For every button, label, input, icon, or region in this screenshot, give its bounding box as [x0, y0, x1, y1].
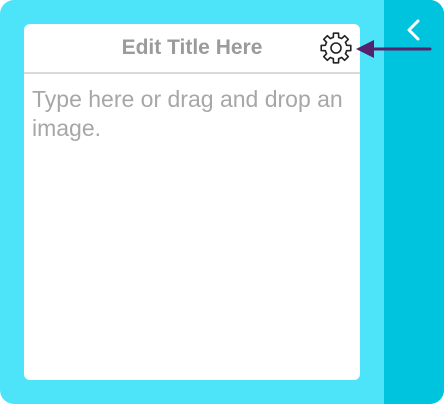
gear-hole: [330, 42, 342, 54]
gear-outline: [320, 32, 352, 64]
gear-icon[interactable]: [318, 30, 354, 66]
content-editor[interactable]: Type here or drag and drop an image.: [32, 85, 352, 143]
content-card: Edit Title Here Type here or drag and dr…: [24, 24, 360, 380]
card-header: Edit Title Here: [24, 24, 360, 74]
widget-panel: Edit Title Here Type here or drag and dr…: [0, 0, 444, 404]
card-title[interactable]: Edit Title Here: [24, 24, 360, 72]
arrow-left-icon: [356, 40, 432, 58]
